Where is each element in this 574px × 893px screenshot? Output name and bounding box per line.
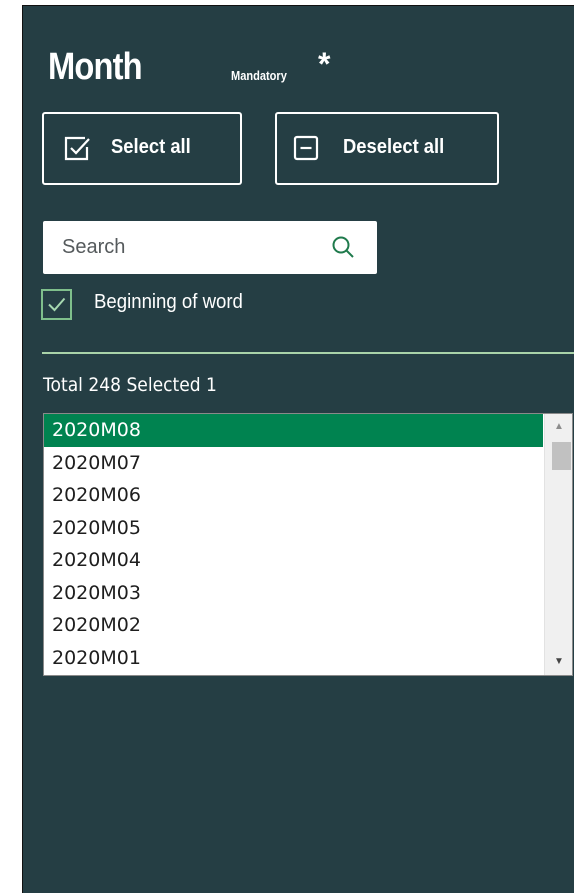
list-item-2020m02[interactable]: 2020M02 [44,609,543,642]
scroll-down-arrow-icon[interactable]: ▼ [545,649,572,675]
list-item-2020m08[interactable]: 2020M08 [44,414,543,447]
divider [42,352,574,354]
required-marker: * [318,46,331,82]
scrollbar-thumb[interactable] [552,442,571,470]
checkbox-minus-icon [293,135,320,162]
list-item-2020m04[interactable]: 2020M04 [44,544,543,577]
month-listbox[interactable]: 2020M08 2020M07 2020M06 2020M05 2020M04 … [43,413,573,676]
search-input[interactable] [43,221,323,274]
list-item-2020m03[interactable]: 2020M03 [44,577,543,610]
panel-title: Month [48,46,143,88]
list-item-2020m06[interactable]: 2020M06 [44,479,543,512]
scroll-up-arrow-icon[interactable]: ▲ [545,414,572,440]
month-list: 2020M08 2020M07 2020M06 2020M05 2020M04 … [44,414,543,674]
list-item-2020m07[interactable]: 2020M07 [44,447,543,480]
search-icon[interactable] [331,235,355,259]
list-item-2020m01[interactable]: 2020M01 [44,642,543,675]
list-scrollbar[interactable]: ▲ ▼ [544,414,572,675]
search-box [43,221,377,274]
month-filter-panel: Month Mandatory * Select all Deselect al… [22,5,574,893]
selection-summary: Total 248 Selected 1 [43,374,217,396]
beginning-of-word-label: Beginning of word [94,291,243,313]
deselect-all-label: Deselect all [343,136,445,158]
list-item-2020m05[interactable]: 2020M05 [44,512,543,545]
mandatory-label: Mandatory [231,68,287,83]
select-all-button[interactable]: Select all [42,112,242,185]
select-all-label: Select all [111,136,191,158]
checkmark-icon [48,297,66,312]
checkbox-checked-icon [63,135,90,162]
deselect-all-button[interactable]: Deselect all [275,112,499,185]
beginning-of-word-checkbox[interactable] [41,289,72,320]
